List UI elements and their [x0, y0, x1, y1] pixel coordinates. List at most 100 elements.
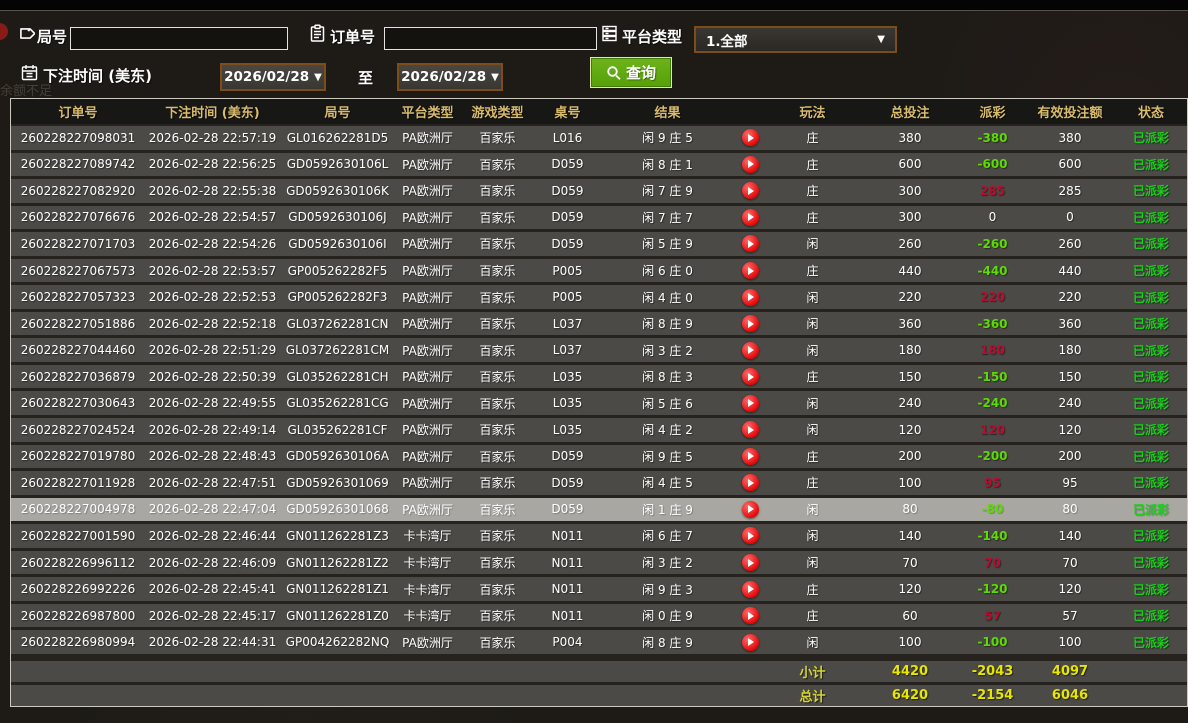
cell-method: 闲	[765, 289, 860, 306]
cell-time: 2026-02-28 22:44:31	[145, 635, 280, 649]
cell-game_no: GP005262282F3	[280, 290, 395, 304]
table-row[interactable]: 2602282270049782026-02-28 22:47:04GD0592…	[11, 498, 1187, 525]
play-result-icon[interactable]	[742, 501, 759, 518]
play-result-icon[interactable]	[742, 289, 759, 306]
cell-time: 2026-02-28 22:56:25	[145, 157, 280, 171]
table-row[interactable]: 2602282270444602026-02-28 22:51:29GL0372…	[11, 338, 1187, 365]
cell-payout: -150	[960, 370, 1025, 384]
cell-order: 260228226996112	[11, 556, 145, 570]
platform-type-select[interactable]: 1.全部 ▼	[694, 26, 897, 53]
cell-platform: PA欧洲厅	[395, 289, 460, 306]
bet-time-label: 下注时间 (美东)	[43, 65, 152, 86]
order-no-input[interactable]	[384, 27, 597, 50]
cell-method: 闲	[765, 634, 860, 651]
play-result-icon[interactable]	[742, 129, 759, 146]
cell-valid: 440	[1025, 264, 1115, 278]
cell-result: 闲 8 庄 9	[600, 315, 735, 332]
play-result-icon[interactable]	[742, 235, 759, 252]
chevron-down-icon: ▼	[491, 72, 499, 83]
cell-table_no: N011	[535, 529, 600, 543]
table-row[interactable]: 2602282270980312026-02-28 22:57:19GL0162…	[11, 126, 1187, 153]
table-row[interactable]: 2602282270197802026-02-28 22:48:43GD0592…	[11, 445, 1187, 472]
cell-valid: 57	[1025, 609, 1115, 623]
cell-play	[735, 607, 765, 624]
cell-game_type: 百家乐	[460, 342, 535, 359]
cell-result: 闲 4 庄 0	[600, 289, 735, 306]
table-row[interactable]: 2602282270245242026-02-28 22:49:14GL0352…	[11, 418, 1187, 445]
table-row[interactable]: 2602282270119282026-02-28 22:47:51GD0592…	[11, 471, 1187, 498]
cell-payout: 285	[960, 184, 1025, 198]
cell-time: 2026-02-28 22:52:18	[145, 317, 280, 331]
play-result-icon[interactable]	[742, 262, 759, 279]
play-result-icon[interactable]	[742, 182, 759, 199]
play-result-icon[interactable]	[742, 527, 759, 544]
play-result-icon[interactable]	[742, 156, 759, 173]
date-from-select[interactable]: 2026/02/28 ▼	[220, 63, 326, 91]
cell-game_type: 百家乐	[460, 368, 535, 385]
game-no-input[interactable]	[70, 27, 288, 50]
cell-platform: 卡卡湾厅	[395, 581, 460, 598]
cell-game_type: 百家乐	[460, 448, 535, 465]
cell-order: 260228227082920	[11, 184, 145, 198]
cell-play	[735, 315, 765, 332]
table-row[interactable]: 2602282269809942026-02-28 22:44:31GP0042…	[11, 630, 1187, 657]
cell-play	[735, 235, 765, 252]
cell-payout: -440	[960, 264, 1025, 278]
column-header-valid: 有效投注额	[1025, 102, 1115, 121]
table-row[interactable]: 2602282270306432026-02-28 22:49:55GL0352…	[11, 391, 1187, 418]
play-result-icon[interactable]	[742, 581, 759, 598]
cell-method: 闲	[765, 501, 860, 518]
table-row[interactable]: 2602282269922262026-02-28 22:45:41GN0112…	[11, 577, 1187, 604]
subtotal-row: 小计4420-20434097	[11, 657, 1187, 682]
table-row[interactable]: 2602282270829202026-02-28 22:55:38GD0592…	[11, 179, 1187, 206]
play-result-icon[interactable]	[742, 368, 759, 385]
play-result-icon[interactable]	[742, 607, 759, 624]
table-row[interactable]: 2602282269961122026-02-28 22:46:09GN0112…	[11, 551, 1187, 578]
cell-method: 闲	[765, 554, 860, 571]
cell-play	[735, 421, 765, 438]
cell-payout: -380	[960, 131, 1025, 145]
table-row[interactable]: 2602282270368792026-02-28 22:50:39GL0352…	[11, 365, 1187, 392]
cell-method: 闲	[765, 315, 860, 332]
table-row[interactable]: 2602282270717032026-02-28 22:54:26GD0592…	[11, 232, 1187, 259]
table-row[interactable]: 2602282270518862026-02-28 22:52:18GL0372…	[11, 312, 1187, 339]
cell-time: 2026-02-28 22:45:41	[145, 582, 280, 596]
cell-payout: -100	[960, 635, 1025, 649]
column-header-game_no: 局号	[280, 102, 395, 121]
table-row[interactable]: 2602282270015902026-02-28 22:46:44GN0112…	[11, 524, 1187, 551]
table-row[interactable]: 2602282270675732026-02-28 22:53:57GP0052…	[11, 259, 1187, 286]
cell-time: 2026-02-28 22:48:43	[145, 449, 280, 463]
play-result-icon[interactable]	[742, 342, 759, 359]
query-button[interactable]: 查询	[590, 57, 672, 88]
play-result-icon[interactable]	[742, 209, 759, 226]
cell-table_no: D059	[535, 157, 600, 171]
cell-game_type: 百家乐	[460, 262, 535, 279]
platform-type-selected-value: 1.全部	[706, 30, 748, 50]
play-result-icon[interactable]	[742, 448, 759, 465]
cell-platform: 卡卡湾厅	[395, 527, 460, 544]
cell-result: 闲 9 庄 3	[600, 581, 735, 598]
play-result-icon[interactable]	[742, 474, 759, 491]
table-row[interactable]: 2602282270766762026-02-28 22:54:57GD0592…	[11, 206, 1187, 233]
date-from-value: 2026/02/28	[224, 69, 309, 85]
cell-platform: PA欧洲厅	[395, 474, 460, 491]
play-result-icon[interactable]	[742, 421, 759, 438]
cell-result: 闲 4 庄 2	[600, 421, 735, 438]
play-result-icon[interactable]	[742, 634, 759, 651]
play-result-icon[interactable]	[742, 395, 759, 412]
table-row[interactable]: 2602282269878002026-02-28 22:45:17GN0112…	[11, 604, 1187, 631]
cell-game_no: GD0592630106K	[280, 184, 395, 198]
play-result-icon[interactable]	[742, 315, 759, 332]
cell-order: 260228227089742	[11, 157, 145, 171]
cell-valid: 100	[1025, 635, 1115, 649]
cell-payout: -120	[960, 582, 1025, 596]
cell-valid: 120	[1025, 582, 1115, 596]
date-to-select[interactable]: 2026/02/28 ▼	[397, 63, 503, 91]
column-header-game_type: 游戏类型	[460, 102, 535, 121]
cell-method: 庄	[765, 209, 860, 226]
play-result-icon[interactable]	[742, 554, 759, 571]
cell-game_no: GD05926301068	[280, 502, 395, 516]
table-row[interactable]: 2602282270573232026-02-28 22:52:53GP0052…	[11, 285, 1187, 312]
table-row[interactable]: 2602282270897422026-02-28 22:56:25GD0592…	[11, 153, 1187, 180]
cell-game_no: GL035262281CF	[280, 423, 395, 437]
